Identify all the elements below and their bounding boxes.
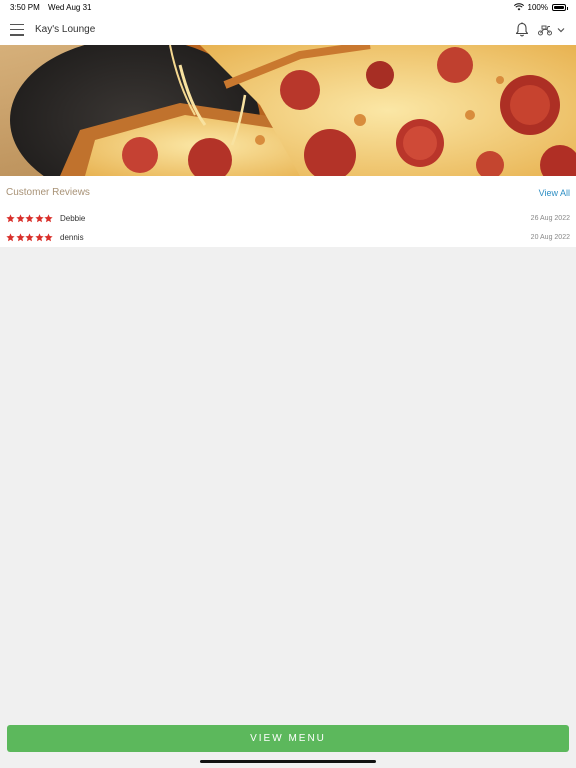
star-rating [6,214,53,223]
star-rating [6,233,53,242]
review-date: 26 Aug 2022 [530,215,570,222]
nav-actions [515,22,566,37]
scooter-icon [538,25,552,35]
star-icon [44,214,53,223]
view-all-reviews-link[interactable]: View All [539,188,570,198]
star-icon [25,233,34,242]
battery-fill [554,5,564,9]
status-time: 3:50 PM [10,2,40,12]
app-title: Kay's Lounge [35,24,96,35]
reviewer-name: Debbie [60,214,86,223]
star-icon [34,233,44,242]
nav-bar: Kay's Lounge [0,14,576,45]
star-icon [6,233,15,242]
review-list: Debbie 26 Aug 2022 dennis 20 Aug 2022 [0,209,576,247]
star-icon [15,214,25,223]
status-bar: 3:50 PM Wed Aug 31 100% [0,0,576,14]
order-type-selector[interactable] [537,24,566,36]
status-date: Wed Aug 31 [48,2,92,12]
battery-percent: 100% [527,2,548,12]
star-icon [25,214,34,223]
wifi-icon [513,3,524,11]
chevron-down-icon [557,27,565,32]
customer-reviews-section: Customer Reviews View All Debbie 26 Aug 2… [0,176,576,247]
reviews-header: Customer Reviews View All [0,176,576,209]
hamburger-icon[interactable] [10,23,24,36]
status-left: 3:50 PM Wed Aug 31 [10,3,97,12]
view-menu-button[interactable]: VIEW MENU [7,725,569,752]
star-icon [44,233,53,242]
status-right: 100% [513,2,568,12]
bell-icon[interactable] [515,22,529,37]
reviews-title: Customer Reviews [6,187,90,198]
star-icon [6,214,15,223]
restaurant-hero-image [0,45,576,176]
battery-icon [552,3,568,11]
review-row: Debbie 26 Aug 2022 [0,209,576,228]
home-indicator [200,760,376,763]
star-icon [15,233,25,242]
star-icon [34,214,44,223]
review-row: dennis 20 Aug 2022 [0,228,576,247]
review-date: 20 Aug 2022 [530,234,570,241]
reviewer-name: dennis [60,233,84,242]
